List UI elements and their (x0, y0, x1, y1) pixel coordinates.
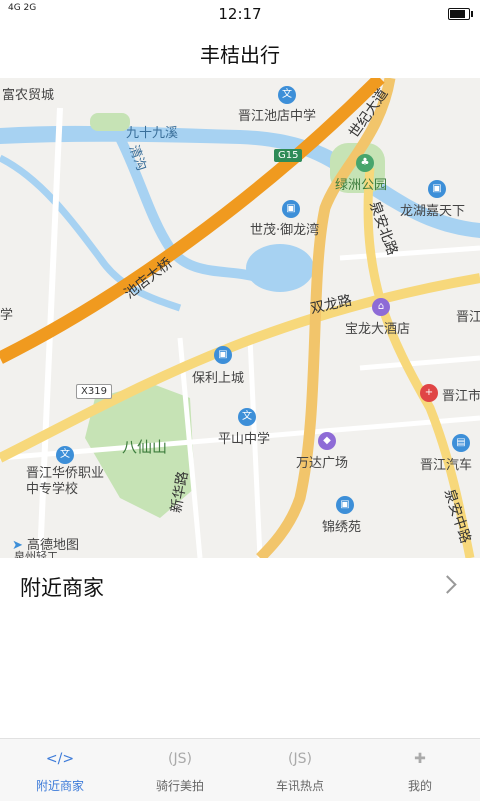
map-label-jinjiang-right: 晋江 (456, 310, 480, 325)
tab-mine[interactable]: ✚ 我的 (360, 739, 480, 801)
puzzle-icon: ✚ (414, 751, 426, 767)
tab-riding-photos[interactable]: (JS) 骑行美拍 (120, 739, 240, 801)
status-time: 12:17 (218, 5, 262, 23)
js-icon: (JS) (168, 751, 192, 767)
map-label-longhu: 龙湖嘉天下 (400, 204, 466, 219)
hospital-icon: + (420, 384, 438, 402)
tab-label: 骑行美拍 (155, 779, 204, 793)
nearby-merchants-label: 附近商家 (20, 576, 104, 600)
map-label-wanda: 万达广场 (296, 456, 349, 471)
amap-logo-text: 高德地图 (27, 538, 80, 553)
code-icon: </> (45, 751, 75, 767)
js-icon: (JS) (288, 751, 312, 767)
tab-label: 我的 (407, 779, 432, 793)
shopping-icon: ◆ (318, 432, 336, 450)
building-icon-poly: ▣ (214, 346, 232, 364)
minor-road-6 (359, 355, 480, 371)
map-label-baolong: 宝龙大酒店 (345, 322, 411, 337)
map-label-jiushijiuxi: 九十九溪 (126, 126, 179, 141)
school-icon-huaqiao: 文 (56, 446, 74, 464)
map-label-shimao: 世茂·御龙湾 (250, 223, 320, 238)
battery-icon (448, 8, 473, 20)
map-label-lvzhou: 绿洲公园 (335, 178, 388, 193)
map-label-school: 晋江池店中学 (238, 109, 317, 124)
minor-road-3 (247, 337, 263, 558)
building-icon-shimao: ▣ (282, 200, 300, 218)
amap-logo: ➤ 高德地图 (12, 534, 79, 553)
map-label-huaqiao: 晋江华侨职业中专学校 (26, 466, 105, 497)
lake (246, 244, 314, 292)
map-label-pingshan: 平山中学 (218, 432, 271, 447)
page-title: 丰桔出行 (200, 43, 280, 67)
map-label-poly: 保利上城 (192, 371, 245, 386)
amap-arrow-icon: ➤ (12, 538, 23, 553)
x319-shield: X319 (76, 384, 112, 399)
park-icon: ♣ (356, 154, 374, 172)
map-label-jinxiu: 锦绣苑 (322, 520, 362, 535)
map-label-fuyu: 富农贸城 (2, 88, 55, 103)
status-bar: 4G 2G 12:17 (0, 0, 480, 28)
tab-nearby-merchants[interactable]: </> 附近商家 (0, 739, 120, 801)
tab-car-news[interactable]: (JS) 车讯热点 (240, 739, 360, 801)
map-label-baxianshan: 八仙山 (122, 438, 168, 456)
g15-shield: G15 (274, 149, 303, 162)
nearby-merchants-row[interactable]: 附近商家 (0, 558, 480, 614)
building-icon-longhu: ▣ (428, 180, 446, 198)
map-label-jinjiang-red: 晋江市 (442, 389, 480, 404)
battery-level (450, 10, 465, 18)
tab-label: 车讯热点 (275, 779, 324, 793)
tab-label: 附近商家 (35, 779, 84, 793)
minor-road-5 (339, 245, 480, 261)
bottom-tab-bar: </> 附近商家 (JS) 骑行美拍 (JS) 车讯热点 ✚ 我的 (0, 738, 480, 801)
school-icon-pingshan: 文 (238, 408, 256, 426)
title-bar: 丰桔出行 (0, 28, 480, 78)
chevron-right-icon (438, 575, 457, 594)
school-icon: 文 (278, 86, 296, 104)
map-label-jinjiang-auto: 晋江汽车 (420, 458, 473, 473)
map-view[interactable]: 富农贸城 文 晋江池店中学 世纪大道 九十九溪 清沟 G15 ♣ 绿洲公园 ▣ … (0, 78, 480, 558)
building-icon-jinxiu: ▣ (336, 496, 354, 514)
bus-icon: ▤ (452, 434, 470, 452)
map-label-xue: 学 (0, 308, 14, 323)
green-strip (90, 113, 130, 131)
hotel-icon: ⌂ (372, 298, 390, 316)
